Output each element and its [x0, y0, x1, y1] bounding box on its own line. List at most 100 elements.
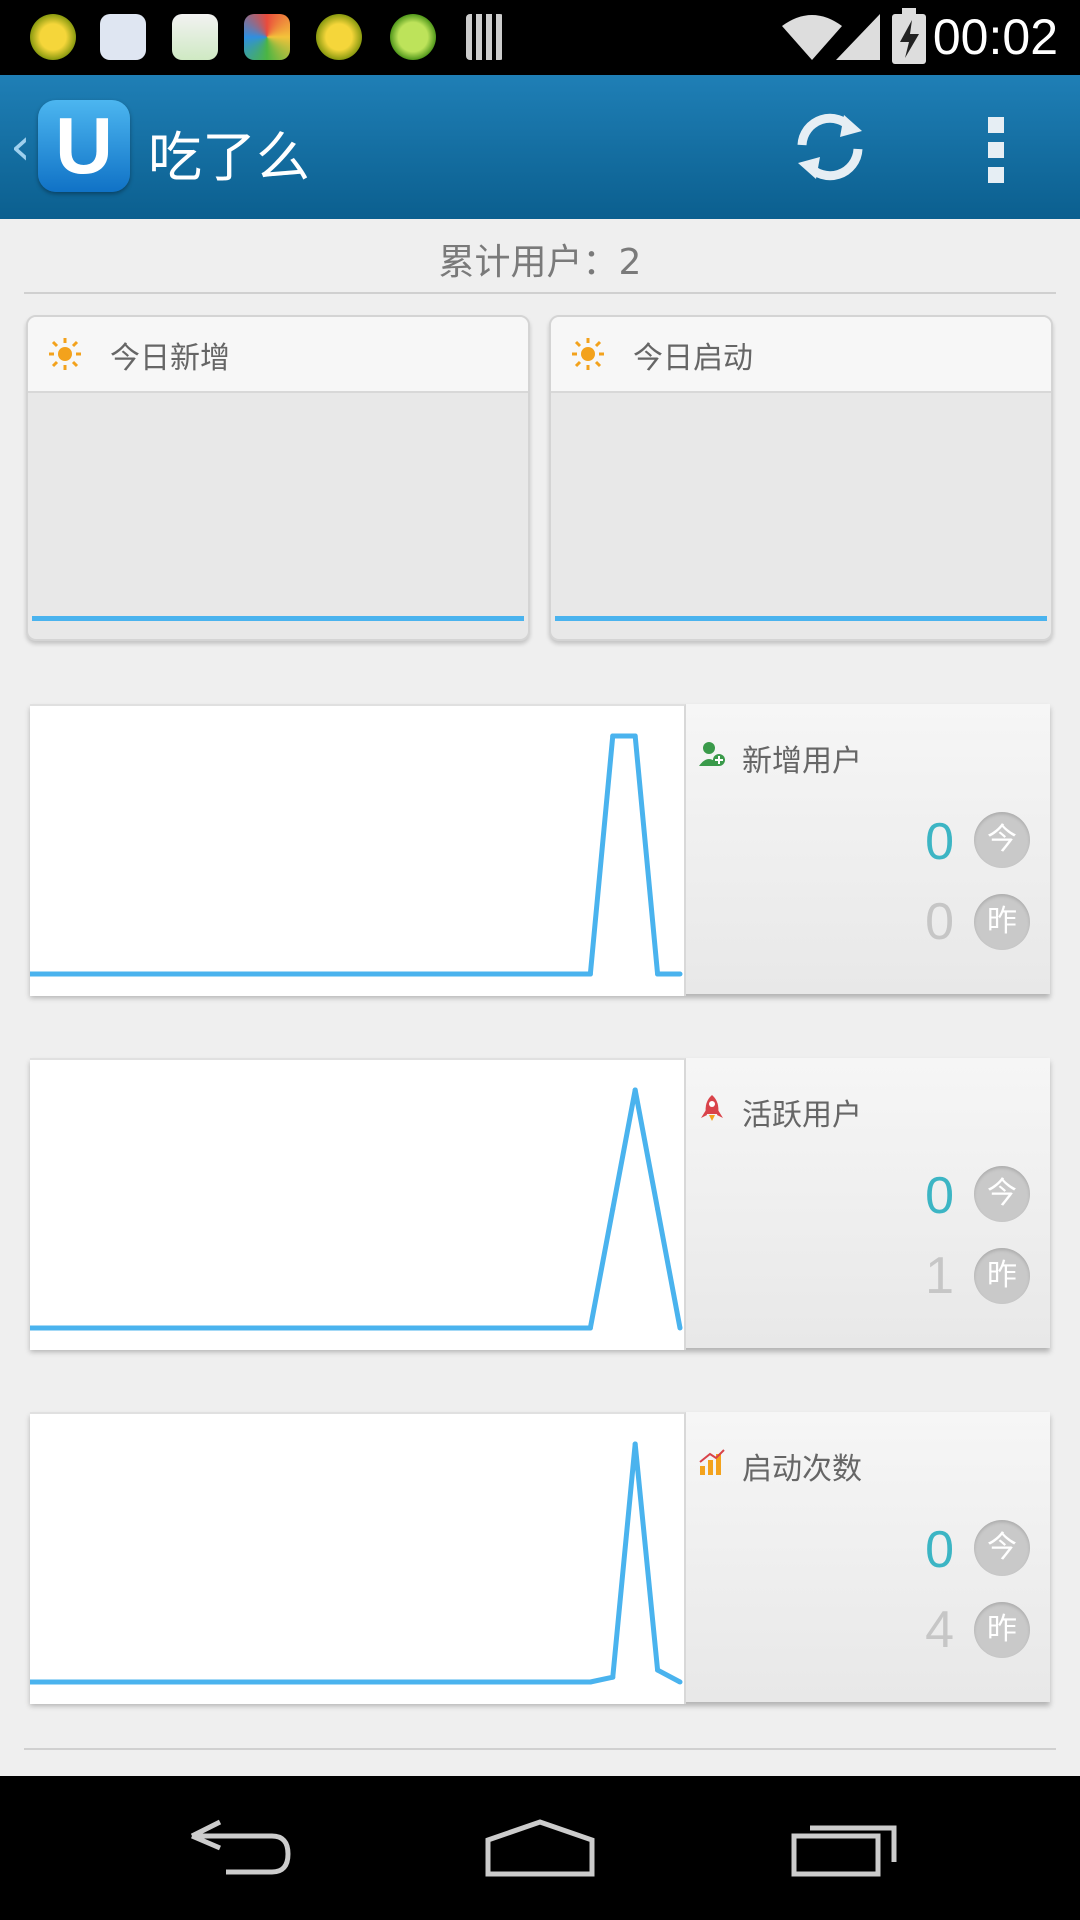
- card-header: 今日新增: [28, 317, 528, 393]
- data-point: [296, 1679, 302, 1685]
- user-add-icon: [699, 742, 725, 766]
- data-point: [139, 1679, 145, 1685]
- data-point: [94, 971, 100, 977]
- data-point: [655, 1667, 661, 1673]
- data-point: [363, 971, 369, 977]
- line-chart-svg: [30, 1087, 683, 1331]
- data-point: [318, 1679, 324, 1685]
- data-point: [587, 1325, 593, 1331]
- data-point: [251, 971, 257, 977]
- data-point: [341, 1679, 347, 1685]
- data-point: [184, 1325, 190, 1331]
- data-point: [251, 1325, 257, 1331]
- data-point: [430, 1679, 436, 1685]
- data-point: [72, 1679, 78, 1685]
- card-label: 今日新增: [110, 341, 230, 376]
- active-users-panel[interactable]: 活跃用户 0 今 1 昨: [30, 1058, 1050, 1350]
- data-point: [274, 1325, 280, 1331]
- today-badge: 今: [974, 1520, 1030, 1576]
- data-point: [94, 1325, 100, 1331]
- data-point: [117, 1679, 123, 1685]
- stat-side: 新增用户 0 今 0 昨: [686, 704, 1050, 994]
- today-launch-card[interactable]: 今日启动: [549, 315, 1053, 641]
- data-point: [206, 1679, 212, 1685]
- data-point: [72, 971, 78, 977]
- data-point: [498, 1325, 504, 1331]
- signal-icon: [836, 14, 880, 60]
- app-logo-letter: U: [55, 101, 113, 190]
- data-point: [117, 1325, 123, 1331]
- data-point: [632, 1441, 638, 1447]
- data-point: [363, 1679, 369, 1685]
- page-title: 吃了么: [148, 126, 310, 189]
- data-point: [677, 971, 683, 977]
- data-point: [229, 971, 235, 977]
- data-point: [161, 1325, 167, 1331]
- data-point: [587, 1679, 593, 1685]
- data-point: [520, 1679, 526, 1685]
- data-point: [296, 1325, 302, 1331]
- data-point: [632, 1087, 638, 1093]
- action-bar: ‹ U 吃了么: [0, 75, 1080, 219]
- barcode-icon: [466, 14, 504, 60]
- green-plus-icon: [30, 14, 76, 60]
- data-point: [565, 1679, 571, 1685]
- divider: [24, 1748, 1056, 1750]
- data-point: [498, 1679, 504, 1685]
- stat-title: 新增用户: [742, 744, 862, 779]
- today-badge: 今: [974, 1166, 1030, 1222]
- data-point: [274, 1679, 280, 1685]
- data-point: [363, 1325, 369, 1331]
- yesterday-value: 4: [925, 1601, 954, 1659]
- sun-icon: [49, 338, 81, 370]
- data-point: [453, 1325, 459, 1331]
- data-point: [229, 1679, 235, 1685]
- data-point: [475, 1679, 481, 1685]
- data-point: [453, 1679, 459, 1685]
- series-line: [30, 733, 680, 977]
- data-point: [498, 971, 504, 977]
- data-point: [229, 1325, 235, 1331]
- data-point: [161, 1679, 167, 1685]
- data-point: [543, 1679, 549, 1685]
- back-icon[interactable]: [186, 1818, 294, 1878]
- data-point: [341, 971, 347, 977]
- line-chart-svg: [30, 733, 683, 977]
- line-chart: [30, 1412, 686, 1704]
- clock: 00:02: [932, 9, 1058, 65]
- data-point: [206, 971, 212, 977]
- today-value: 0: [925, 1521, 954, 1579]
- today-value: 0: [925, 813, 954, 871]
- data-point: [543, 1325, 549, 1331]
- back-chevron-icon[interactable]: ‹: [10, 117, 31, 177]
- data-point: [587, 971, 593, 977]
- data-point: [408, 971, 414, 977]
- overflow-menu-icon[interactable]: [974, 115, 1018, 183]
- new-users-panel[interactable]: 新增用户 0 今 0 昨: [30, 704, 1050, 996]
- data-point: [430, 1325, 436, 1331]
- stat-title: 启动次数: [742, 1452, 862, 1487]
- line-chart: [30, 704, 686, 996]
- divider: [24, 292, 1056, 294]
- yesterday-badge: 昨: [974, 894, 1030, 950]
- line-chart-svg: [30, 1441, 683, 1685]
- data-point: [296, 971, 302, 977]
- data-point: [184, 971, 190, 977]
- battery-charging-icon: [892, 8, 926, 64]
- data-point: [206, 1325, 212, 1331]
- series-line: [30, 1441, 682, 1685]
- total-users: 累计用户：2: [438, 242, 642, 283]
- app-logo[interactable]: U: [38, 100, 130, 192]
- yesterday-badge: 昨: [974, 1248, 1030, 1304]
- yesterday-value: 1: [925, 1247, 954, 1305]
- data-point: [408, 1325, 414, 1331]
- data-point: [655, 1206, 661, 1212]
- home-icon[interactable]: [484, 1818, 596, 1878]
- data-point: [318, 1325, 324, 1331]
- launch-count-panel[interactable]: 启动次数 0 今 4 昨: [30, 1412, 1050, 1704]
- wifi-icon: [782, 15, 842, 60]
- recents-icon[interactable]: [790, 1818, 900, 1878]
- today-new-card[interactable]: 今日新增: [26, 315, 530, 641]
- refresh-icon[interactable]: [788, 105, 872, 189]
- data-point: [565, 971, 571, 977]
